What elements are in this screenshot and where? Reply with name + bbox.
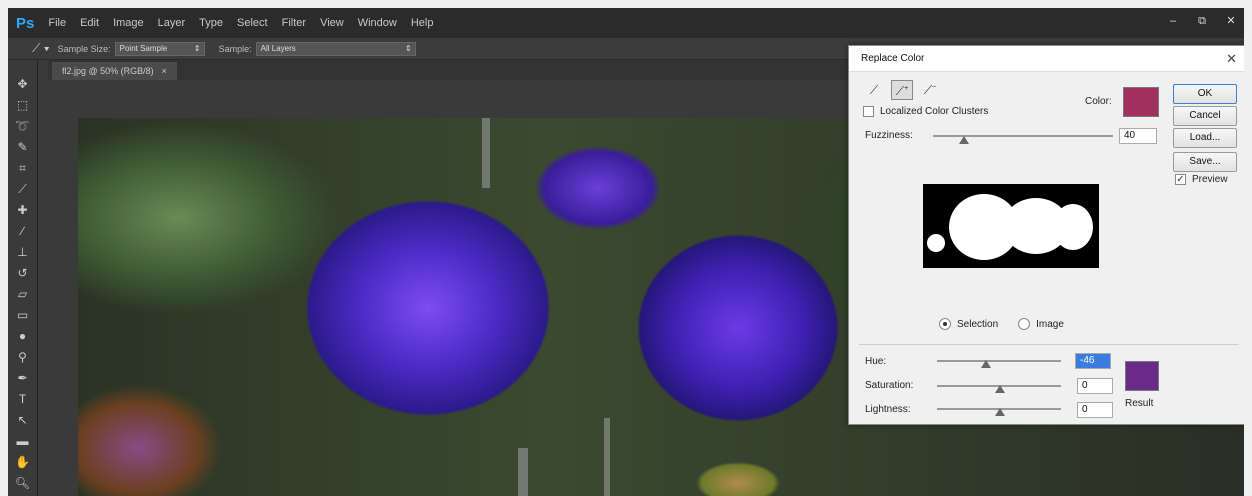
ps-logo: Ps	[16, 14, 35, 32]
menu-bar: Ps File Edit Image Layer Type Select Fil…	[8, 8, 1244, 38]
image-radio[interactable]	[1018, 318, 1031, 330]
preview-checkbox[interactable]: ✓	[1175, 174, 1186, 185]
image-label: Image	[1036, 318, 1064, 330]
menu-filter[interactable]: Filter	[282, 17, 306, 29]
type-icon[interactable]: T	[12, 389, 34, 410]
blur-icon[interactable]: ●	[12, 326, 34, 347]
menu-layer[interactable]: Layer	[158, 17, 186, 29]
hue-label: Hue:	[865, 356, 887, 367]
history-brush-icon[interactable]: ↺	[12, 263, 34, 284]
close-window-button[interactable]: ✕	[1218, 12, 1244, 30]
marquee-icon[interactable]: ⬚	[12, 95, 34, 116]
menu-help[interactable]: Help	[411, 17, 434, 29]
sample-label: Sample:	[218, 43, 252, 54]
tools-panel: ✥ ⬚ ➰ ✎ ⌗ ⟋ ✚ ∕ ⊥ ↺ ▱ ▭ ● ⚲ ✒ T ↖ ▬ ✋ 🔍︎	[8, 60, 38, 496]
menu-image[interactable]: Image	[113, 17, 144, 29]
load-button[interactable]: Load...	[1173, 128, 1237, 148]
menu-window[interactable]: Window	[358, 17, 397, 29]
gradient-icon[interactable]: ▭	[12, 305, 34, 326]
hue-slider-track[interactable]	[937, 360, 1061, 362]
hand-icon[interactable]: ✋	[12, 452, 34, 473]
eyedropper-subtract-icon[interactable]: ⟋⁻	[919, 80, 941, 100]
flower-stem	[482, 118, 490, 188]
restore-button[interactable]: ⧉	[1189, 12, 1215, 30]
shape-icon[interactable]: ▬	[12, 431, 34, 452]
save-button[interactable]: Save...	[1173, 152, 1237, 172]
healing-brush-icon[interactable]: ✚	[12, 200, 34, 221]
selection-preview[interactable]	[923, 184, 1099, 268]
document-tab[interactable]: fl2.jpg @ 50% (RGB/8) ×	[52, 62, 177, 80]
menu-select[interactable]: Select	[237, 17, 268, 29]
selection-label: Selection	[957, 318, 999, 330]
crop-icon[interactable]: ⌗	[12, 158, 34, 179]
clone-stamp-icon[interactable]: ⊥	[12, 242, 34, 263]
eyedropper-add-icon[interactable]: ⟋⁺	[891, 80, 913, 100]
flower-stem	[604, 418, 610, 496]
pen-icon[interactable]: ✒	[12, 368, 34, 389]
lightness-slider-thumb[interactable]	[995, 408, 1005, 416]
dialog-close-icon[interactable]: ✕	[1226, 46, 1237, 72]
result-label: Result	[1125, 398, 1154, 409]
saturation-label: Saturation:	[865, 380, 914, 391]
brush-icon[interactable]: ∕	[12, 221, 34, 242]
eyedropper-icon[interactable]: ⟋	[12, 179, 34, 200]
selection-radio[interactable]	[939, 318, 951, 330]
ok-button[interactable]: OK	[1173, 84, 1237, 104]
minimize-button[interactable]: –	[1160, 12, 1186, 30]
eraser-icon[interactable]: ▱	[12, 284, 34, 305]
fuzziness-input[interactable]: 40	[1119, 128, 1157, 144]
hue-slider-thumb[interactable]	[981, 360, 991, 368]
hue-input[interactable]: -46	[1075, 353, 1111, 369]
dialog-title: Replace Color ✕	[849, 46, 1244, 72]
eyedropper-group: ⟋ ⟋⁺ ⟋⁻	[863, 80, 947, 100]
localized-clusters-option[interactable]: Localized Color Clusters	[863, 106, 988, 117]
eyedropper-icon[interactable]: ⟋	[863, 80, 885, 100]
zoom-icon[interactable]: 🔍︎	[12, 473, 34, 494]
lightness-input[interactable]: 0	[1077, 402, 1113, 418]
preview-option[interactable]: ✓ Preview	[1175, 174, 1228, 185]
dropdown-arrow-icon: ⇕	[404, 43, 412, 53]
flower-stem	[518, 448, 528, 496]
path-select-icon[interactable]: ↖	[12, 410, 34, 431]
divider	[859, 344, 1239, 345]
photoshop-window: Ps File Edit Image Layer Type Select Fil…	[8, 8, 1244, 496]
tab-close-icon[interactable]: ×	[162, 66, 167, 76]
result-color-swatch[interactable]	[1125, 361, 1159, 391]
fuzziness-slider-thumb[interactable]	[959, 136, 969, 144]
menu-file[interactable]: File	[48, 17, 66, 29]
saturation-slider-thumb[interactable]	[995, 385, 1005, 393]
replace-color-dialog: Replace Color ✕ ⟋ ⟋⁺ ⟋⁻ Localized Color …	[848, 45, 1244, 425]
dropdown-arrow-icon: ⇕	[193, 43, 201, 53]
sample-size-select[interactable]: Point Sample ⇕	[114, 41, 205, 56]
fuzziness-label: Fuzziness:	[865, 130, 913, 141]
view-mode-options: Selection Image	[939, 318, 1064, 330]
menu-type[interactable]: Type	[199, 17, 223, 29]
saturation-input[interactable]: 0	[1077, 378, 1113, 394]
dodge-icon[interactable]: ⚲	[12, 347, 34, 368]
move-icon[interactable]: ✥	[12, 74, 34, 95]
cancel-button[interactable]: Cancel	[1173, 106, 1237, 126]
sample-select[interactable]: All Layers ⇕	[255, 41, 416, 56]
color-label: Color:	[1085, 96, 1112, 107]
menu-edit[interactable]: Edit	[80, 17, 99, 29]
localized-clusters-checkbox[interactable]	[863, 106, 874, 117]
quick-select-icon[interactable]: ✎	[12, 137, 34, 158]
window-controls: – ⧉ ✕	[1157, 12, 1244, 30]
sample-size-label: Sample Size:	[57, 43, 111, 54]
menu-view[interactable]: View	[320, 17, 344, 29]
lasso-icon[interactable]: ➰	[12, 116, 34, 137]
selection-color-swatch[interactable]	[1123, 87, 1159, 117]
lightness-label: Lightness:	[865, 404, 911, 415]
eyedropper-tool-icon[interactable]: ⟋ ▾	[32, 41, 50, 56]
